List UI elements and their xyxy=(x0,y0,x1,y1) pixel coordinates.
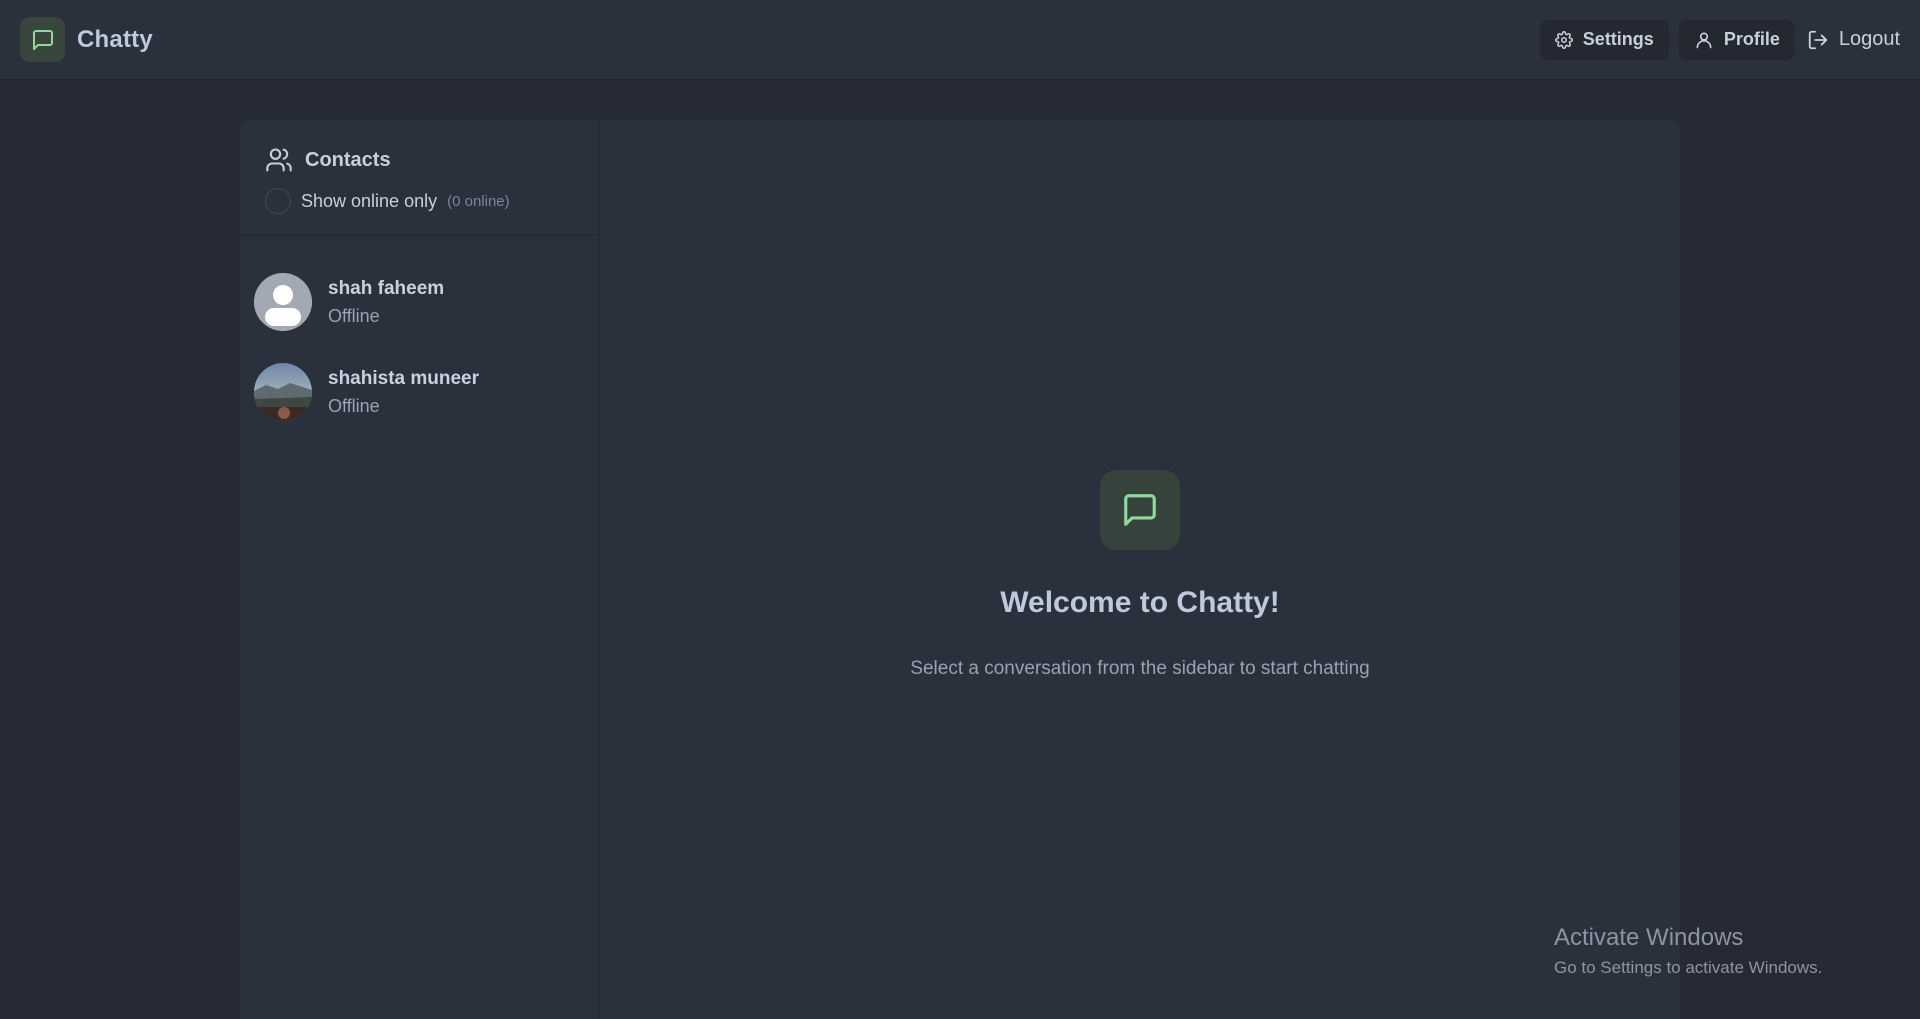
watermark-title: Activate Windows xyxy=(1554,924,1744,951)
logout-icon xyxy=(1808,30,1827,49)
contact-name: shahista muneer xyxy=(328,367,479,389)
brand-link[interactable]: Chatty xyxy=(20,17,153,62)
contacts-title: Contacts xyxy=(305,148,391,171)
gear-icon xyxy=(1554,30,1573,49)
sidebar-header: Contacts Show online only (0 online) xyxy=(240,120,599,235)
logout-label: Logout xyxy=(1838,28,1900,50)
welcome-icon-box xyxy=(1100,470,1180,550)
show-online-label[interactable]: Show online only xyxy=(301,191,437,212)
profile-button[interactable]: Profile xyxy=(1678,19,1795,60)
contacts-heading: Contacts xyxy=(265,146,574,174)
contact-list: shah faheem Offline shahista muneer Offl… xyxy=(240,235,599,437)
online-count: (0 online) xyxy=(447,192,510,210)
main-panel: Contacts Show online only (0 online) sha… xyxy=(240,120,1680,1019)
settings-label: Settings xyxy=(1582,29,1654,49)
contact-status: Offline xyxy=(328,395,380,416)
default-avatar xyxy=(254,273,312,331)
brand-name: Chatty xyxy=(77,25,153,53)
sidebar: Contacts Show online only (0 online) sha… xyxy=(240,120,600,1019)
default-avatar-icon xyxy=(254,273,312,331)
contact-info: shah faheem Offline xyxy=(328,278,444,327)
welcome-subtitle: Select a conversation from the sidebar t… xyxy=(910,658,1370,679)
settings-button[interactable]: Settings xyxy=(1539,19,1669,60)
show-online-checkbox[interactable] xyxy=(265,188,291,214)
nav-actions: Settings Profile Logout xyxy=(1539,19,1900,60)
navbar: Chatty Settings Profile Logout xyxy=(0,0,1920,80)
contact-status: Offline xyxy=(328,305,380,326)
brand-logo xyxy=(20,17,65,62)
online-filter: Show online only (0 online) xyxy=(265,188,574,214)
landscape-photo-icon xyxy=(254,363,312,421)
contact-info: shahista muneer Offline xyxy=(328,368,479,417)
photo-avatar xyxy=(254,363,312,421)
welcome-title: Welcome to Chatty! xyxy=(1000,586,1280,619)
contact-item[interactable]: shah faheem Offline xyxy=(240,257,599,347)
welcome-area: Welcome to Chatty! Select a conversation… xyxy=(600,120,1680,1019)
contact-name: shah faheem xyxy=(328,277,445,299)
users-icon xyxy=(266,148,292,172)
message-square-icon xyxy=(32,29,53,50)
activate-windows-watermark: Activate Windows Go to Settings to activ… xyxy=(1554,924,1822,978)
contact-item[interactable]: shahista muneer Offline xyxy=(240,347,599,437)
watermark-subtitle: Go to Settings to activate Windows. xyxy=(1554,958,1823,977)
user-icon xyxy=(1696,31,1712,48)
profile-label: Profile xyxy=(1723,29,1780,49)
message-square-icon xyxy=(1124,494,1156,526)
logout-button[interactable]: Logout xyxy=(1805,20,1900,60)
